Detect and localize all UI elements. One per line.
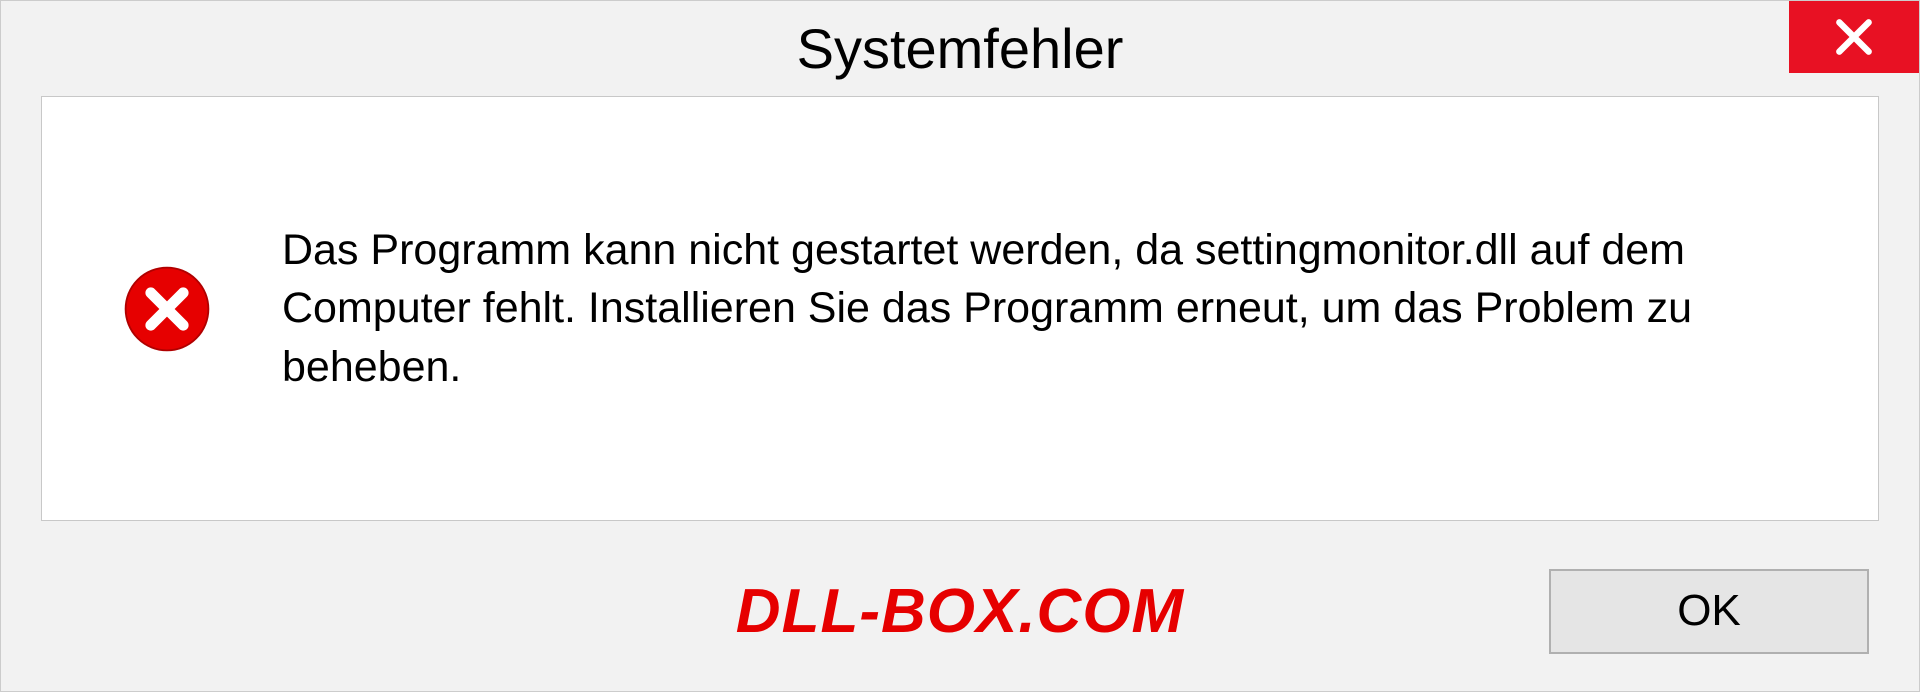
close-icon (1832, 15, 1876, 59)
dialog-title: Systemfehler (797, 16, 1124, 81)
error-message: Das Programm kann nicht gestartet werden… (282, 221, 1818, 395)
close-button[interactable] (1789, 1, 1919, 73)
message-panel: Das Programm kann nicht gestartet werden… (41, 96, 1879, 521)
error-icon (122, 264, 212, 354)
watermark-text: DLL-BOX.COM (736, 576, 1184, 647)
dialog-footer: DLL-BOX.COM OK (1, 551, 1919, 691)
error-dialog: Systemfehler Das Programm kann nicht ges… (0, 0, 1920, 692)
ok-button[interactable]: OK (1549, 569, 1869, 654)
title-bar: Systemfehler (1, 1, 1919, 96)
